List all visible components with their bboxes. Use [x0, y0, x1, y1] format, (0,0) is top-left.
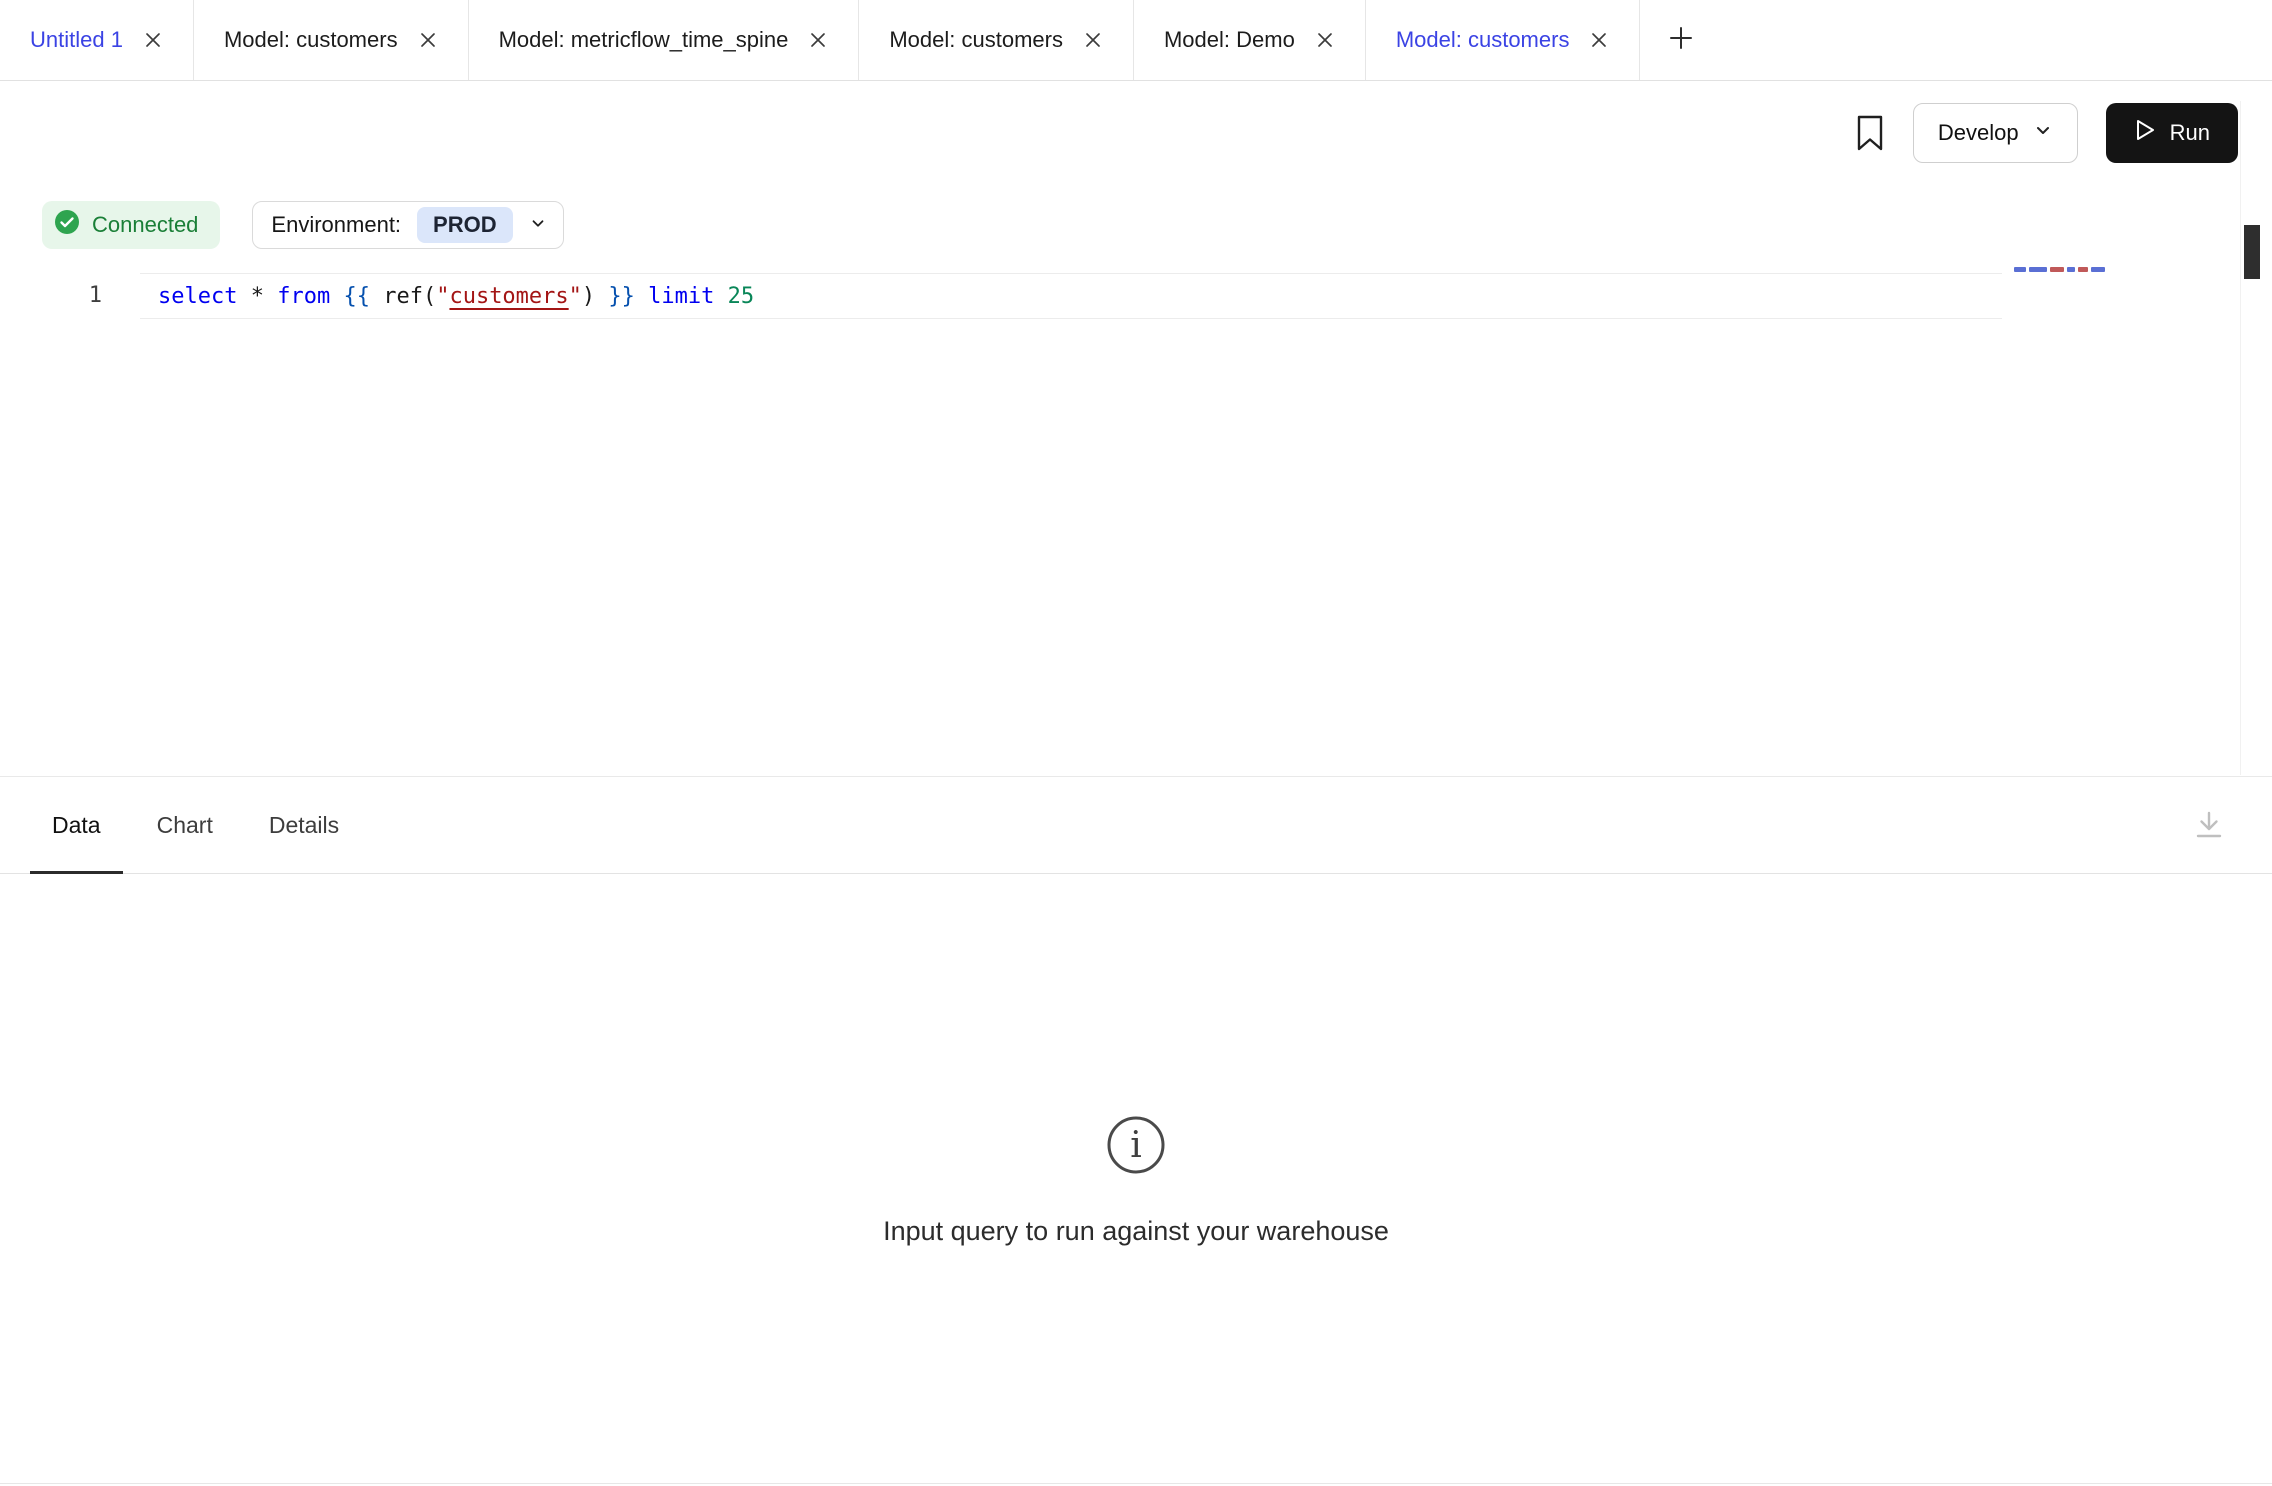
minimap-mark	[2091, 267, 2105, 272]
tab-label: Model: Demo	[1164, 27, 1295, 53]
results-tab-bar: Data Chart Details	[0, 777, 2272, 874]
info-icon: i	[1104, 1113, 1168, 1182]
tab-bar: Untitled 1 Model: customers Model: metri…	[0, 0, 2272, 81]
minimap-mark	[2029, 267, 2047, 272]
minimap-mark	[2067, 267, 2075, 272]
empty-state: i Input query to run against your wareho…	[0, 874, 2272, 1486]
tab-details[interactable]: Details	[247, 777, 361, 873]
close-icon[interactable]	[1589, 30, 1609, 50]
close-icon[interactable]	[143, 30, 163, 50]
code-editor[interactable]: 1 select * from {{ ref("customers") }} l…	[0, 273, 2272, 776]
code-line[interactable]: select * from {{ ref("customers") }} lim…	[140, 273, 2002, 319]
tab-chart[interactable]: Chart	[135, 777, 235, 873]
bottom-divider	[0, 1483, 2272, 1484]
bookmark-icon[interactable]	[1855, 114, 1885, 152]
minimap-mark	[2050, 267, 2064, 272]
empty-state-message: Input query to run against your warehous…	[883, 1216, 1389, 1247]
tab-model-customers-2[interactable]: Model: customers	[859, 0, 1134, 80]
code-line-tokens: select * from {{ ref("customers") }} lim…	[158, 284, 754, 309]
editor-scrollbar-track	[2240, 101, 2241, 775]
results-panel: Data Chart Details i Input query to run …	[0, 776, 2272, 1486]
tab-label: Untitled 1	[30, 27, 123, 53]
close-icon[interactable]	[1315, 30, 1335, 50]
develop-button[interactable]: Develop	[1913, 103, 2078, 163]
connection-status-badge: Connected	[42, 201, 220, 249]
download-icon[interactable]	[2192, 808, 2226, 842]
new-tab-button[interactable]	[1640, 0, 1722, 80]
develop-button-label: Develop	[1938, 120, 2019, 146]
close-icon[interactable]	[808, 30, 828, 50]
environment-value-badge: PROD	[417, 207, 513, 243]
minimap[interactable]	[2014, 264, 2105, 274]
toolbar: Develop Run	[0, 81, 2272, 185]
tab-model-customers-3[interactable]: Model: customers	[1366, 0, 1641, 80]
close-icon[interactable]	[418, 30, 438, 50]
connection-status-label: Connected	[92, 212, 198, 238]
plus-icon	[1668, 25, 1694, 56]
svg-text:i: i	[1130, 1125, 1142, 1166]
status-row: Connected Environment: PROD	[42, 201, 2272, 249]
play-icon	[2134, 118, 2156, 148]
tab-model-customers-1[interactable]: Model: customers	[194, 0, 469, 80]
minimap-mark	[2014, 267, 2026, 272]
chevron-down-icon	[529, 212, 547, 238]
tab-label: Model: customers	[889, 27, 1063, 53]
code-row: 1 select * from {{ ref("customers") }} l…	[0, 273, 2272, 319]
tab-model-metricflow-time-spine[interactable]: Model: metricflow_time_spine	[469, 0, 860, 80]
tab-label: Model: customers	[1396, 27, 1570, 53]
tab-data[interactable]: Data	[30, 777, 123, 873]
run-button-label: Run	[2170, 120, 2210, 146]
environment-label: Environment:	[271, 212, 401, 238]
tab-label: Data	[52, 812, 101, 839]
tab-label: Model: customers	[224, 27, 398, 53]
tab-model-demo[interactable]: Model: Demo	[1134, 0, 1366, 80]
close-icon[interactable]	[1083, 30, 1103, 50]
line-number: 1	[0, 273, 140, 319]
tab-untitled-1[interactable]: Untitled 1	[0, 0, 194, 80]
tab-label: Model: metricflow_time_spine	[499, 27, 789, 53]
tab-label: Details	[269, 812, 339, 839]
tab-label: Chart	[157, 812, 213, 839]
run-button[interactable]: Run	[2106, 103, 2238, 163]
editor-scrollbar-thumb[interactable]	[2244, 225, 2260, 279]
chevron-down-icon	[2033, 120, 2053, 146]
check-icon	[54, 209, 80, 241]
environment-selector[interactable]: Environment: PROD	[252, 201, 563, 249]
minimap-mark	[2078, 267, 2088, 272]
